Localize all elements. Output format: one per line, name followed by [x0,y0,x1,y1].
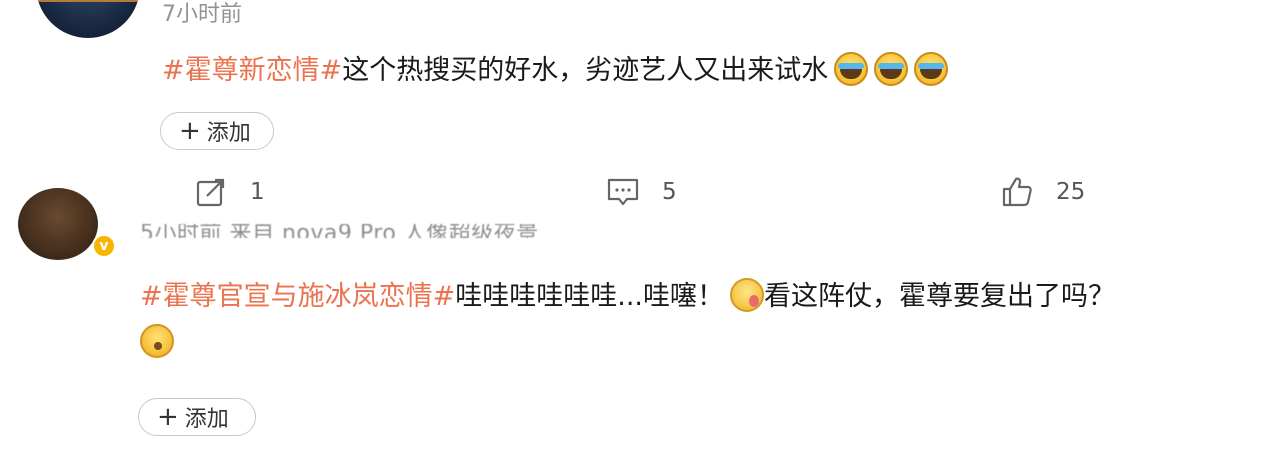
avatar[interactable] [36,0,140,38]
comment-body-part2: 看这阵仗，霍尊要复出了吗？ [764,281,1115,312]
post-meta: 5小时前 来自 nova9 Pro 人像超级夜景 [140,224,539,238]
comment-text: #霍尊官宣与施冰岚恋情#哇哇哇哇哇哇...哇噻！ 看这阵仗，霍尊要复出了吗？ [140,274,1250,366]
repost-count: 1 [250,179,265,205]
drool-emoji-icon [730,278,764,312]
like-button[interactable]: 25 [1000,170,1085,214]
plus-icon: + [179,116,201,146]
thumbs-up-icon [1002,177,1032,207]
comment-body-part1: 哇哇哇哇哇哇...哇噻！ [455,281,724,312]
action-bar: 1 5 25 [0,170,1284,214]
plus-icon: + [157,402,179,432]
comment-card: v 5小时前 来自 nova9 Pro 人像超级夜景 #霍尊官宣与施冰岚恋情#哇… [0,188,1284,458]
comment-count: 5 [662,179,677,205]
comment-card: 7小时前 #霍尊新恋情#这个热搜买的好水，劣迹艺人又出来试水 + 添加 1 5 … [0,0,1284,230]
repost-icon [196,178,225,207]
comment-feed: 7小时前 #霍尊新恋情#这个热搜买的好水，劣迹艺人又出来试水 + 添加 1 5 … [0,0,1284,458]
add-button-label: 添加 [206,121,251,146]
add-button[interactable]: + 添加 [138,398,256,436]
avatar[interactable] [18,188,98,260]
cry-laugh-emoji-icon [914,52,949,86]
cry-laugh-emoji-icon [834,52,869,86]
wonder-emoji-icon [140,324,174,358]
comment-button[interactable]: 5 [606,170,677,214]
cry-laugh-emoji-icon [874,52,909,86]
hashtag-link[interactable]: #霍尊官宣与施冰岚恋情# [140,281,455,312]
comment-text: #霍尊新恋情#这个热搜买的好水，劣迹艺人又出来试水 [162,52,949,88]
add-button[interactable]: + 添加 [160,112,274,150]
comment-icon [607,178,639,206]
repost-button[interactable]: 1 [196,170,265,214]
hashtag-link[interactable]: #霍尊新恋情# [162,55,342,86]
verified-badge-icon: v [92,234,116,258]
post-timestamp: 7小时前 [162,2,242,27]
add-button-label: 添加 [184,407,229,432]
comment-body: 这个热搜买的好水，劣迹艺人又出来试水 [342,55,829,86]
avatar-decoration [36,0,140,2]
like-count: 25 [1056,179,1086,205]
